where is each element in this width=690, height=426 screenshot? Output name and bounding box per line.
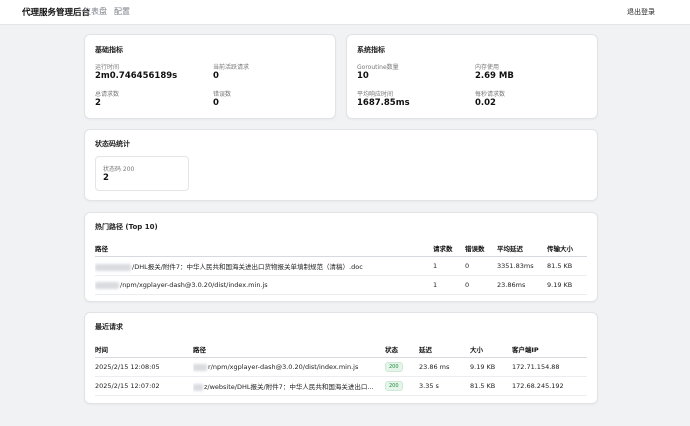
card-title: 状态码统计	[95, 140, 130, 148]
path-cell: /DHL报关/附件7：中华人民共和国海关进出口货物报关单填制规范（清稿）.doc	[95, 256, 433, 276]
latency-cell: 3351.83ms	[497, 256, 547, 276]
col-latency: 平均延迟	[497, 239, 547, 257]
top-navbar: 代理服务管理后台 仪表盘 配置 退出登录	[0, 0, 690, 25]
metric-label: 每秒请求数	[475, 91, 506, 98]
path-cell: r/npm/xgplayer-dash@3.0.20/dist/index.mi…	[193, 357, 385, 377]
size-cell: 9.19 KB	[547, 275, 587, 295]
table-row: 2025/2/15 12:07:02 z/website/DHL报关/附件7：中…	[95, 376, 587, 396]
col-client-ip: 客户端IP	[512, 340, 587, 358]
latency-cell: 23.86ms	[497, 275, 547, 295]
redacted-text	[193, 383, 203, 391]
status-cell: 200	[385, 357, 419, 377]
path-cell: z/website/DHL报关/附件7：中华人民共和国海关进出口...	[193, 376, 385, 396]
latency-cell: 23.86 ms	[419, 357, 470, 377]
brand-title[interactable]: 代理服务管理后台	[22, 6, 90, 18]
errors-cell: 0	[465, 275, 497, 295]
latency-cell: 3.35 s	[419, 376, 470, 396]
status-badge: 200	[385, 381, 403, 391]
table-header-row: 路径 请求数 错误数 平均延迟 传输大小	[95, 239, 587, 257]
table-row: 2025/2/15 12:08:05 r/npm/xgplayer-dash@3…	[95, 357, 587, 377]
path-text: z/website/DHL报关/附件7：中华人民共和国海关进出口...	[204, 383, 374, 391]
top-paths-table: 路径 请求数 错误数 平均延迟 传输大小 /DHL报关/附件7：中华人民共和国海…	[95, 239, 587, 295]
metric-value: 2m0.746456189s	[95, 71, 178, 81]
metric-value: 0	[213, 98, 219, 108]
metric-label: 运行时间	[95, 64, 120, 71]
col-size: 传输大小	[547, 239, 587, 257]
metric-label: Goroutine数量	[357, 64, 399, 71]
col-requests: 请求数	[433, 239, 465, 257]
metric-value: 2	[95, 98, 101, 108]
status-code-count: 2	[103, 173, 109, 183]
redacted-text	[95, 263, 131, 271]
metric-value: 1687.85ms	[357, 98, 410, 108]
path-cell: /npm/xgplayer-dash@3.0.20/dist/index.min…	[95, 275, 433, 295]
size-cell: 81.5 KB	[547, 256, 587, 276]
size-cell: 81.5 KB	[470, 376, 512, 396]
size-cell: 9.19 KB	[470, 357, 512, 377]
recent-requests-card: 最近请求 时间 路径 状态 延迟 大小 客户端IP 2025/2/15 12:0…	[84, 312, 598, 404]
path-text: r/npm/xgplayer-dash@3.0.20/dist/index.mi…	[208, 363, 359, 371]
path-text: /DHL报关/附件7：中华人民共和国海关进出口货物报关单填制规范（清稿）.doc	[132, 263, 363, 271]
ip-cell: 172.71.154.88	[512, 357, 587, 377]
redacted-text	[193, 363, 207, 371]
system-metrics-card: 系统指标 Goroutine数量 10 内存使用 2.69 MB 平均响应时间 …	[346, 34, 598, 119]
table-row: /DHL报关/附件7：中华人民共和国海关进出口货物报关单填制规范（清稿）.doc…	[95, 256, 587, 276]
card-title: 最近请求	[95, 323, 123, 331]
requests-cell: 1	[433, 256, 465, 276]
metric-label: 总请求数	[95, 91, 120, 98]
metric-label: 平均响应时间	[357, 91, 394, 98]
metric-value: 0	[213, 71, 219, 81]
card-title: 基础指标	[95, 46, 123, 54]
nav-config[interactable]: 配置	[114, 6, 130, 17]
col-path: 路径	[193, 340, 385, 358]
status-badge: 200	[385, 362, 403, 372]
time-cell: 2025/2/15 12:07:02	[95, 376, 193, 396]
status-code-label: 状态码 200	[103, 166, 135, 173]
basic-metrics-card: 基础指标 运行时间 2m0.746456189s 当前活跃请求 0 总请求数 2…	[84, 34, 336, 119]
table-header-row: 时间 路径 状态 延迟 大小 客户端IP	[95, 340, 587, 358]
logout-link[interactable]: 退出登录	[627, 7, 655, 17]
top-paths-card: 热门路径 (Top 10) 路径 请求数 错误数 平均延迟 传输大小 /DHL报…	[84, 212, 598, 302]
metric-label: 当前活跃请求	[213, 64, 250, 71]
metric-value: 10	[357, 71, 369, 81]
nav-dashboard[interactable]: 仪表盘	[83, 6, 107, 17]
card-title: 热门路径 (Top 10)	[95, 223, 158, 231]
requests-cell: 1	[433, 275, 465, 295]
col-errors: 错误数	[465, 239, 497, 257]
path-text: /npm/xgplayer-dash@3.0.20/dist/index.min…	[120, 281, 268, 289]
metric-value: 0.02	[475, 98, 496, 108]
col-status: 状态	[385, 340, 419, 358]
time-cell: 2025/2/15 12:08:05	[95, 357, 193, 377]
status-cell: 200	[385, 376, 419, 396]
status-code-box: 状态码 200 2	[95, 156, 189, 191]
col-time: 时间	[95, 340, 193, 358]
card-title: 系统指标	[357, 46, 385, 54]
col-latency: 延迟	[419, 340, 470, 358]
ip-cell: 172.68.245.192	[512, 376, 587, 396]
metric-value: 2.69 MB	[475, 71, 514, 81]
col-size: 大小	[470, 340, 512, 358]
col-path: 路径	[95, 239, 433, 257]
metric-label: 内存使用	[475, 64, 500, 71]
metric-label: 错误数	[213, 91, 232, 98]
status-codes-card: 状态码统计 状态码 200 2	[84, 129, 598, 201]
redacted-text	[95, 281, 119, 289]
table-row: /npm/xgplayer-dash@3.0.20/dist/index.min…	[95, 275, 587, 295]
errors-cell: 0	[465, 256, 497, 276]
recent-requests-table: 时间 路径 状态 延迟 大小 客户端IP 2025/2/15 12:08:05 …	[95, 340, 587, 396]
